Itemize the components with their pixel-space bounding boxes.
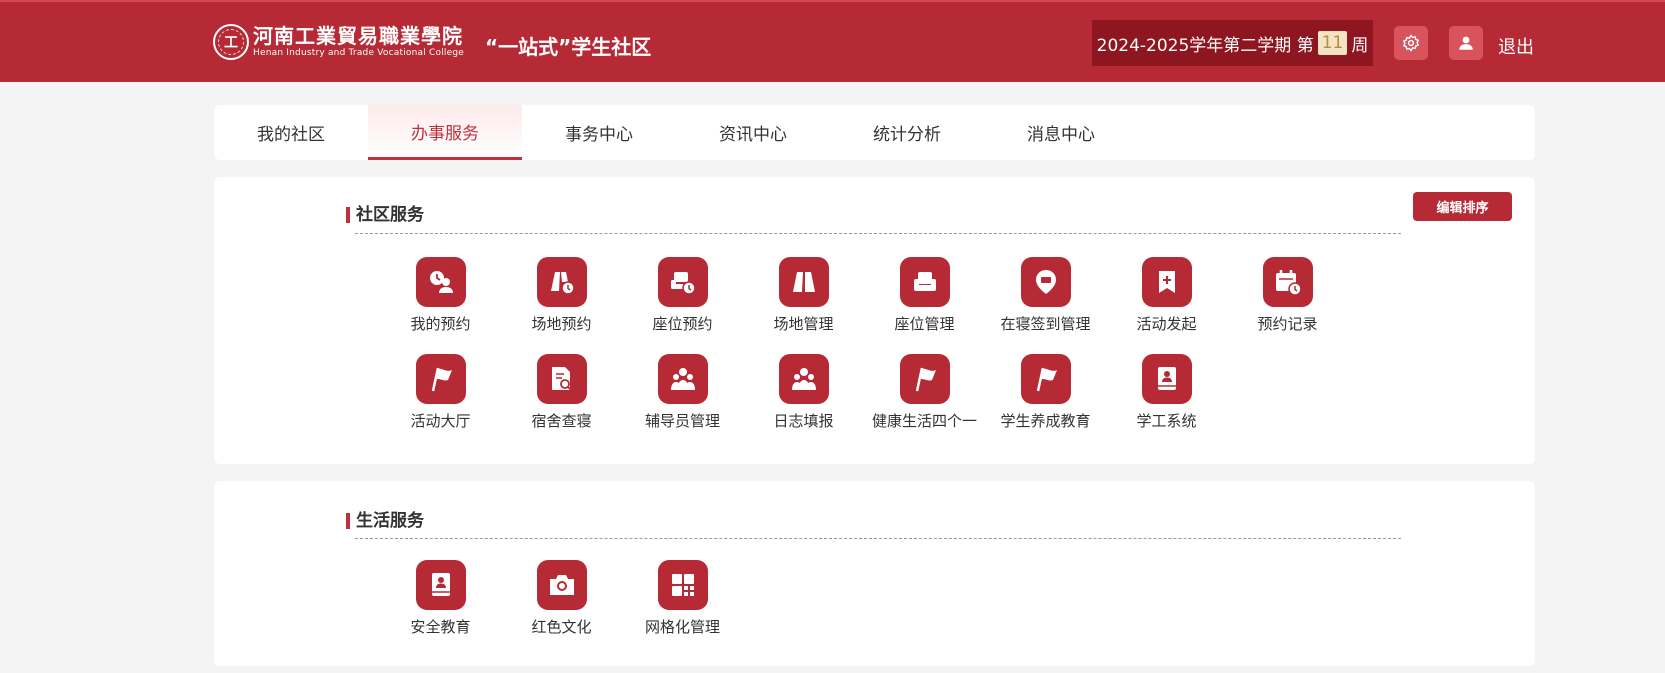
service-item-healthy-life[interactable]: 健康生活四个一 bbox=[864, 354, 985, 431]
service-item-grid-manage[interactable]: 网格化管理 bbox=[622, 560, 743, 637]
service-label: 健康生活四个一 bbox=[871, 412, 977, 430]
service-item-dorm-checkin[interactable]: 在寝签到管理 bbox=[985, 257, 1106, 334]
life-service-grid: 安全教育 红色文化 网格化管理 bbox=[380, 560, 1348, 637]
school-seal-mark: 工 bbox=[224, 35, 238, 51]
my-booking-icon bbox=[415, 257, 466, 307]
community-services-card: 社区服务 编辑排序 我的预约 场地预约 座位预约 场地管理 座位管理 在寝签到管… bbox=[214, 177, 1535, 464]
service-label: 学生养成教育 bbox=[1000, 412, 1091, 430]
service-item-activity-hall[interactable]: 活动大厅 bbox=[380, 354, 501, 431]
gear-icon bbox=[1402, 34, 1420, 52]
tab-affairs-center[interactable]: 事务中心 bbox=[522, 105, 676, 160]
flag-icon bbox=[415, 354, 466, 404]
site-title: “一站式”学生社区 bbox=[485, 35, 652, 59]
term-indicator: 2024-2025学年第二学期 第 11 周 bbox=[1092, 20, 1373, 66]
section-title: 社区服务 bbox=[346, 207, 424, 224]
venue-booking-icon bbox=[536, 257, 587, 307]
service-label: 活动发起 bbox=[1136, 315, 1197, 333]
school-name-en: Henan Industry and Trade Vocational Coll… bbox=[253, 48, 464, 58]
week-suffix: 周 bbox=[1351, 35, 1369, 56]
school-seal-icon: 工 bbox=[213, 24, 249, 60]
location-pin-icon bbox=[1020, 257, 1071, 307]
section-title: 生活服务 bbox=[346, 513, 424, 530]
service-item-counselor-manage[interactable]: 辅导员管理 bbox=[622, 354, 743, 431]
settings-button[interactable] bbox=[1394, 26, 1428, 60]
service-item-habit-education[interactable]: 学生养成教育 bbox=[985, 354, 1106, 431]
group-icon bbox=[778, 354, 829, 404]
service-label: 座位管理 bbox=[894, 315, 955, 333]
logout-link[interactable]: 退出 bbox=[1498, 33, 1534, 59]
user-icon bbox=[1459, 36, 1473, 50]
service-label: 安全教育 bbox=[410, 618, 471, 636]
tab-message-center[interactable]: 消息中心 bbox=[984, 105, 1138, 160]
edit-order-button[interactable]: 编辑排序 bbox=[1413, 192, 1512, 221]
contact-book-icon bbox=[415, 560, 466, 610]
service-item-venue-manage[interactable]: 场地管理 bbox=[743, 257, 864, 334]
camera-icon bbox=[536, 560, 587, 610]
school-logo[interactable]: 工 河南工業貿易職業學院 Henan Industry and Trade Vo… bbox=[213, 24, 464, 60]
service-label: 在寝签到管理 bbox=[1000, 315, 1091, 333]
flag-icon bbox=[1020, 354, 1071, 404]
life-services-card: 生活服务 安全教育 红色文化 网格化管理 bbox=[214, 481, 1535, 666]
section-divider bbox=[355, 538, 1401, 539]
school-name-cn: 河南工業貿易職業學院 bbox=[253, 24, 463, 48]
grid-icon bbox=[657, 560, 708, 610]
service-label: 日志填报 bbox=[773, 412, 834, 430]
service-item-venue-booking[interactable]: 场地预约 bbox=[501, 257, 622, 334]
service-label: 活动大厅 bbox=[410, 412, 471, 430]
term-label: 2024-2025学年第二学期 第 bbox=[1096, 35, 1314, 56]
service-label: 场地管理 bbox=[773, 315, 834, 333]
service-item-booking-records[interactable]: 预约记录 bbox=[1227, 257, 1348, 334]
tab-statistics[interactable]: 统计分析 bbox=[830, 105, 984, 160]
service-item-student-affairs[interactable]: 学工系统 bbox=[1106, 354, 1227, 431]
calendar-clock-icon bbox=[1262, 257, 1313, 307]
week-number-badge: 11 bbox=[1317, 31, 1348, 55]
service-item-my-booking[interactable]: 我的预约 bbox=[380, 257, 501, 334]
service-item-safety-education[interactable]: 安全教育 bbox=[380, 560, 501, 637]
service-item-activity-launch[interactable]: 活动发起 bbox=[1106, 257, 1227, 334]
service-label: 座位预约 bbox=[652, 315, 713, 333]
seat-booking-icon bbox=[657, 257, 708, 307]
service-label: 红色文化 bbox=[531, 618, 592, 636]
service-label: 宿舍查寝 bbox=[531, 412, 592, 430]
service-label: 场地预约 bbox=[531, 315, 592, 333]
venue-manage-icon bbox=[778, 257, 829, 307]
service-label: 辅导员管理 bbox=[644, 412, 720, 430]
seat-manage-icon bbox=[899, 257, 950, 307]
main-nav-tabs: 我的社区 办事服务 事务中心 资讯中心 统计分析 消息中心 bbox=[214, 105, 1535, 160]
service-item-seat-manage[interactable]: 座位管理 bbox=[864, 257, 985, 334]
tab-services[interactable]: 办事服务 bbox=[368, 105, 522, 160]
section-divider bbox=[355, 233, 1401, 234]
document-search-icon bbox=[536, 354, 587, 404]
tab-news-center[interactable]: 资讯中心 bbox=[676, 105, 830, 160]
flag-icon bbox=[899, 354, 950, 404]
school-name: 河南工業貿易職業學院 Henan Industry and Trade Voca… bbox=[253, 25, 464, 59]
service-item-log-report[interactable]: 日志填报 bbox=[743, 354, 864, 431]
contact-book-icon bbox=[1141, 354, 1192, 404]
user-button[interactable] bbox=[1449, 26, 1483, 60]
service-item-seat-booking[interactable]: 座位预约 bbox=[622, 257, 743, 334]
group-icon bbox=[657, 354, 708, 404]
top-header: 工 河南工業貿易職業學院 Henan Industry and Trade Vo… bbox=[0, 0, 1665, 82]
service-label: 预约记录 bbox=[1257, 315, 1318, 333]
bookmark-plus-icon bbox=[1141, 257, 1192, 307]
service-label: 我的预约 bbox=[410, 315, 471, 333]
community-service-grid: 我的预约 场地预约 座位预约 场地管理 座位管理 在寝签到管理 活动发起 预约记… bbox=[380, 257, 1348, 431]
service-item-red-culture[interactable]: 红色文化 bbox=[501, 560, 622, 637]
service-label: 网格化管理 bbox=[644, 618, 720, 636]
service-item-dorm-inspection[interactable]: 宿舍查寝 bbox=[501, 354, 622, 431]
tab-my-community[interactable]: 我的社区 bbox=[214, 105, 368, 160]
service-label: 学工系统 bbox=[1136, 412, 1197, 430]
